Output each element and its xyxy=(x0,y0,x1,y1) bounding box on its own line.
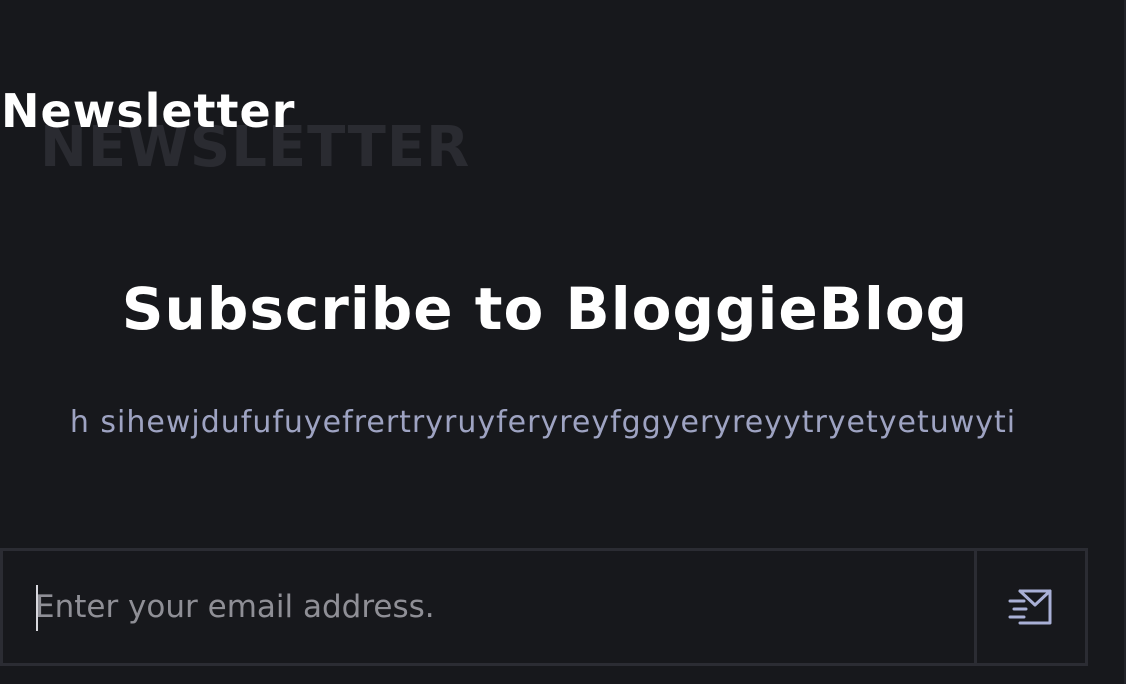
newsletter-form xyxy=(0,548,1088,666)
text-cursor xyxy=(36,585,38,631)
subscribe-submit-button[interactable] xyxy=(974,551,1085,663)
newsletter-description: h sihewjdufufuyefrertryruyferyreyfggyery… xyxy=(69,405,1017,440)
send-mail-icon xyxy=(1008,587,1054,627)
subscribe-heading: Subscribe to BloggieBlog xyxy=(121,275,969,343)
email-input[interactable] xyxy=(3,551,974,663)
section-title: Newsletter xyxy=(1,84,296,138)
